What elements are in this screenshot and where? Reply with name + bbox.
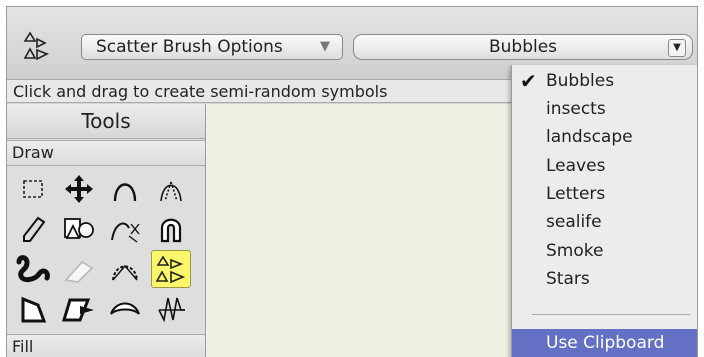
parallelogram-arrow-icon <box>62 298 94 322</box>
tool-zigzag[interactable] <box>151 290 191 328</box>
arc-icon <box>113 183 137 202</box>
magnet-icon <box>160 218 182 243</box>
brush-options-label: Scatter Brush Options <box>96 37 283 57</box>
polygon-arc-icon <box>112 264 138 281</box>
tool-marquee-select[interactable] <box>13 170 53 208</box>
tool-closed-shape[interactable] <box>13 290 53 328</box>
scatter-brush-icon <box>23 31 49 61</box>
tool-bezier-path[interactable] <box>105 210 145 248</box>
tool-magnet[interactable] <box>151 210 191 248</box>
tool-parallelogram-arrow[interactable] <box>59 290 99 328</box>
tool-polygon-arc[interactable] <box>105 250 145 288</box>
brush-options-dropdown[interactable]: Scatter Brush Options ▼ <box>81 34 343 60</box>
menu-item-landscape[interactable]: landscape <box>512 123 697 151</box>
menu-item-stars[interactable]: Stars <box>512 265 697 293</box>
draw-tools-grid <box>13 170 203 332</box>
tool-shapes[interactable] <box>59 210 99 248</box>
eraser-icon <box>64 260 94 283</box>
tool-curved-connector[interactable] <box>105 290 145 328</box>
menu-item-smoke[interactable]: Smoke <box>512 237 697 265</box>
scatter-brush-icon <box>155 255 186 284</box>
tool-move[interactable] <box>59 170 99 208</box>
tool-eraser[interactable] <box>59 250 99 288</box>
menu-item-sealife[interactable]: sealife <box>512 208 697 236</box>
tool-smooth-brush[interactable] <box>13 250 53 288</box>
scatter-brush-window: Scatter Brush Options ▼ Bubbles ▼ Click … <box>6 6 698 357</box>
menu-item-leaves[interactable]: Leaves <box>512 152 697 180</box>
tool-pencil[interactable] <box>13 210 53 248</box>
drawing-canvas[interactable] <box>206 104 516 357</box>
menu-item-use-clipboard[interactable]: Use Clipboard <box>512 329 697 357</box>
marquee-select-icon <box>23 180 43 198</box>
tool-parabola[interactable] <box>151 170 191 208</box>
draw-section-header[interactable]: Draw <box>7 140 205 166</box>
fill-section-header[interactable]: Fill <box>7 334 205 357</box>
menu-separator <box>532 314 690 315</box>
tool-arc[interactable] <box>105 170 145 208</box>
symbol-set-value: Bubbles <box>488 37 558 57</box>
menu-item-insects[interactable]: insects <box>512 95 697 123</box>
pencil-icon <box>23 216 46 242</box>
shapes-icon <box>64 218 94 239</box>
checkmark-icon: ✔ <box>520 69 537 93</box>
tools-panel-title: Tools <box>7 104 205 139</box>
chevron-down-icon: ▼ <box>320 39 330 54</box>
menu-item-bubbles[interactable]: ✔ Bubbles <box>512 67 697 95</box>
symbol-set-menu: ✔ Bubbles insects landscape Leaves Lette… <box>511 65 697 357</box>
smooth-brush-icon <box>16 255 50 283</box>
curved-connector-icon <box>110 302 140 315</box>
symbol-set-dropdown[interactable]: Bubbles ▼ <box>353 34 693 60</box>
bezier-path-icon <box>111 222 140 243</box>
tool-scatter-brush[interactable] <box>151 250 191 288</box>
parabola-icon <box>160 181 182 202</box>
menu-item-letters[interactable]: Letters <box>512 180 697 208</box>
closed-shape-icon <box>21 296 47 323</box>
tools-panel: Tools Draw Fill <box>7 104 206 357</box>
chevron-down-icon: ▼ <box>668 39 686 57</box>
zigzag-icon <box>158 297 185 323</box>
move-icon <box>65 175 93 203</box>
